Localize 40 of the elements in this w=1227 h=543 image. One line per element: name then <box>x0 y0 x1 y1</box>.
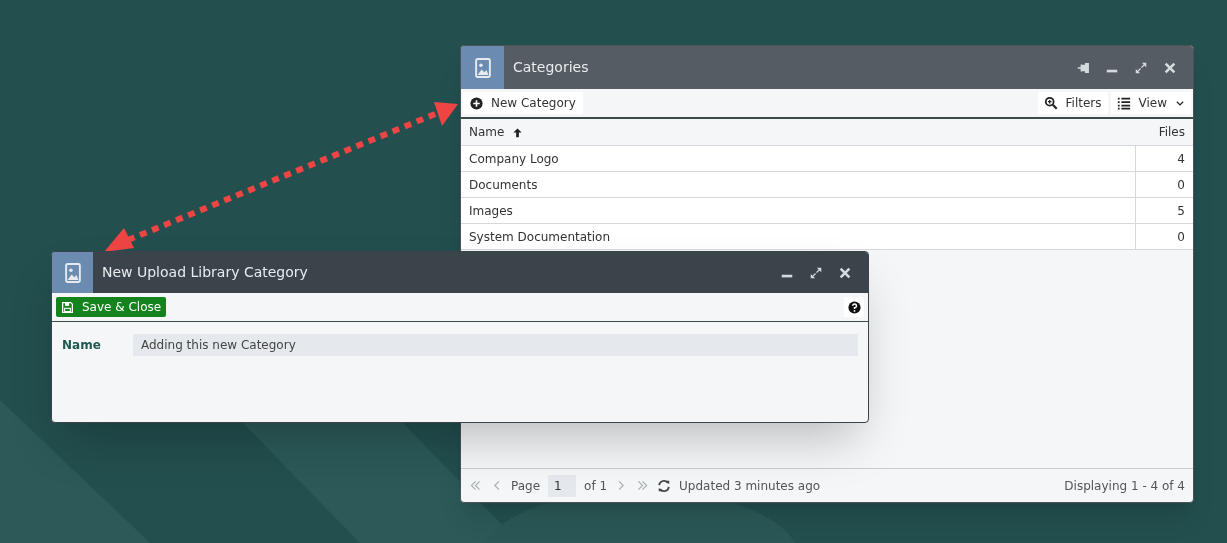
zoom-in-icon <box>1043 96 1058 110</box>
page-count: of 1 <box>584 477 608 495</box>
updated-text: Updated 3 minutes ago <box>679 477 821 495</box>
column-header[interactable]: Files <box>1158 123 1185 141</box>
column-header[interactable]: Name <box>469 123 524 141</box>
table-cell-text: Company Logo <box>468 150 560 168</box>
table-cell: 5 <box>1135 198 1193 223</box>
page-number-field[interactable]: 1 <box>548 474 577 497</box>
table-cell-text: Documents <box>468 176 539 194</box>
window-title: New Upload Library Category <box>102 263 308 282</box>
table-cell-text: Images <box>468 202 514 220</box>
maximize-icon[interactable] <box>1134 60 1148 75</box>
filters-button[interactable]: Filters <box>1037 92 1108 114</box>
plus-circle-icon <box>470 96 483 110</box>
view-button[interactable]: View <box>1110 92 1191 114</box>
refresh-icon[interactable] <box>657 478 672 493</box>
table-row[interactable]: Documents 0 <box>461 172 1193 198</box>
close-icon[interactable] <box>1163 60 1177 75</box>
window-title: Categories <box>513 58 589 77</box>
close-icon[interactable] <box>838 265 852 280</box>
maximize-icon[interactable] <box>809 265 823 280</box>
table-cell: 0 <box>1135 224 1193 249</box>
table-row[interactable]: Images 5 <box>461 198 1193 224</box>
table-cell: 4 <box>1135 146 1193 171</box>
help-button[interactable] <box>844 297 864 317</box>
field-label: Name <box>62 337 102 354</box>
table-row[interactable]: System Documentation 0 <box>461 224 1193 250</box>
table-row[interactable]: Company Logo 4 <box>461 146 1193 172</box>
table-cell: 0 <box>1135 172 1193 197</box>
page-label: Page <box>511 477 541 495</box>
save-close-button[interactable]: Save & Close <box>56 297 167 317</box>
name-field[interactable]: Adding this new Category <box>133 334 858 356</box>
displaying-text: Displaying 1 - 4 of 4 <box>1064 477 1185 495</box>
list-icon <box>1116 96 1131 110</box>
table-cell-text: System Documentation <box>468 228 612 246</box>
pin-icon[interactable] <box>1076 60 1090 75</box>
sort-up-arrow-icon <box>512 126 524 138</box>
caret-icon <box>1175 98 1185 108</box>
new-category-button[interactable]: New Category <box>463 92 583 114</box>
help-icon <box>847 300 861 314</box>
